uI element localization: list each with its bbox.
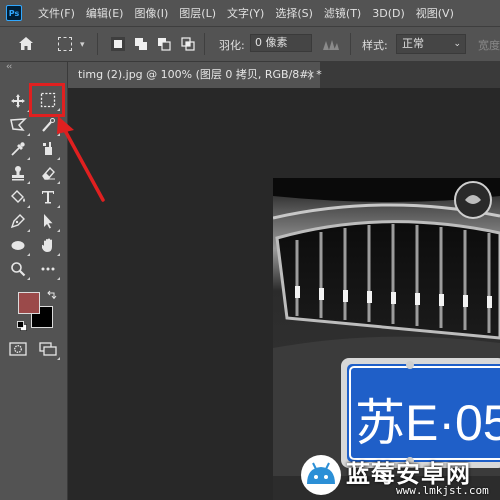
new-selection-icon[interactable] [110, 36, 126, 52]
separator [204, 33, 205, 55]
highlight-box [29, 83, 65, 117]
eraser-tool[interactable] [37, 162, 60, 184]
feather-label: 羽化: [219, 39, 245, 52]
lasso-tool[interactable] [7, 114, 30, 136]
quick-mask-button[interactable] [7, 338, 29, 360]
quick-selection-tool[interactable] [37, 114, 60, 136]
quick-mask-icon [9, 342, 27, 356]
eraser-icon [42, 166, 55, 180]
more-icon [41, 267, 55, 271]
pen-tool[interactable] [7, 210, 30, 232]
ellipse-tool[interactable] [7, 234, 30, 256]
separator [97, 33, 98, 55]
style-value: 正常 [402, 37, 424, 50]
hand-icon [42, 238, 52, 252]
menu-layer[interactable]: 图层(L) [179, 5, 216, 21]
move-icon [11, 94, 25, 108]
chevron-down-icon[interactable]: ▾ [80, 40, 85, 50]
eyedropper-tool[interactable] [7, 138, 30, 160]
separator [350, 33, 351, 55]
more-tools[interactable] [37, 258, 60, 280]
menu-file[interactable]: 文件(F) [38, 5, 75, 21]
menu-edit[interactable]: 编辑(E) [86, 5, 124, 21]
menu-view[interactable]: 视图(V) [416, 5, 454, 21]
close-icon[interactable]: × [306, 62, 315, 88]
ellipse-icon [11, 241, 25, 250]
foreground-color-swatch[interactable] [18, 292, 40, 314]
quick-selection-icon [42, 118, 55, 132]
tool-preset-marquee-icon[interactable] [58, 37, 72, 51]
subtract-from-selection-icon[interactable] [156, 36, 172, 52]
menu-image[interactable]: 图像(I) [134, 5, 168, 21]
paint-bucket-tool[interactable] [7, 186, 30, 208]
paint-bucket-icon [11, 190, 25, 203]
healing-brush-icon [43, 142, 52, 155]
zoom-tool[interactable] [7, 258, 30, 280]
clone-stamp-tool[interactable] [7, 162, 30, 184]
anti-alias-icon[interactable] [322, 37, 340, 51]
screen-mode-icon [39, 342, 57, 356]
hand-tool[interactable] [37, 234, 60, 256]
style-label: 样式: [362, 39, 388, 52]
type-icon [42, 191, 54, 204]
menu-filter[interactable]: 滤镜(T) [324, 5, 361, 21]
options-bar: ▾ 羽化: 0 像素 样式: 正常 ⌄ 宽度 [0, 26, 500, 62]
polygonal-lasso-icon [10, 118, 27, 131]
menu-bar: Ps 文件(F) 编辑(E) 图像(I) 图层(L) 文字(Y) 选择(S) 滤… [0, 0, 500, 26]
feather-input[interactable]: 0 像素 [250, 34, 312, 52]
stamp-icon [12, 166, 24, 181]
type-tool[interactable] [37, 186, 60, 208]
screen-mode-button[interactable] [37, 338, 60, 360]
document-tabs: timg (2).jpg @ 100% (图层 0 拷贝, RGB/8#) * … [68, 62, 500, 88]
photoshop-logo: Ps [6, 5, 22, 21]
document-tab-title: timg (2).jpg @ 100% (图层 0 拷贝, RGB/8#) * [78, 68, 322, 81]
move-tool[interactable] [7, 90, 30, 112]
default-colors-icon[interactable] [17, 321, 27, 331]
document-tab[interactable]: timg (2).jpg @ 100% (图层 0 拷贝, RGB/8#) * … [68, 62, 322, 88]
android-logo-icon [301, 455, 341, 495]
menu-3d[interactable]: 3D(D) [372, 7, 405, 20]
intersect-selection-icon[interactable] [180, 36, 196, 52]
menu-select[interactable]: 选择(S) [275, 5, 313, 21]
eyedropper-icon [11, 142, 25, 156]
style-select[interactable]: 正常 ⌄ [396, 34, 466, 54]
healing-brush-tool[interactable] [37, 138, 60, 160]
path-selection-tool[interactable] [37, 210, 60, 232]
add-to-selection-icon[interactable] [133, 36, 149, 52]
license-plate-text: 苏E·05 [355, 395, 500, 451]
width-label: 宽度 [478, 39, 500, 52]
watermark: 蓝莓安卓网 www.lmkjst.com [296, 450, 500, 500]
zoom-icon [11, 262, 26, 277]
arrow-pointer-icon [44, 214, 53, 229]
pen-icon [10, 214, 25, 229]
menu-type[interactable]: 文字(Y) [227, 5, 264, 21]
tools-panel: ‹‹ [0, 62, 68, 500]
chevron-down-icon: ⌄ [453, 39, 461, 49]
watermark-url: www.lmkjst.com [396, 484, 489, 497]
collapse-panel-icon[interactable]: ‹‹ [6, 62, 12, 72]
home-icon[interactable] [18, 36, 34, 51]
swap-colors-icon[interactable] [47, 290, 57, 300]
